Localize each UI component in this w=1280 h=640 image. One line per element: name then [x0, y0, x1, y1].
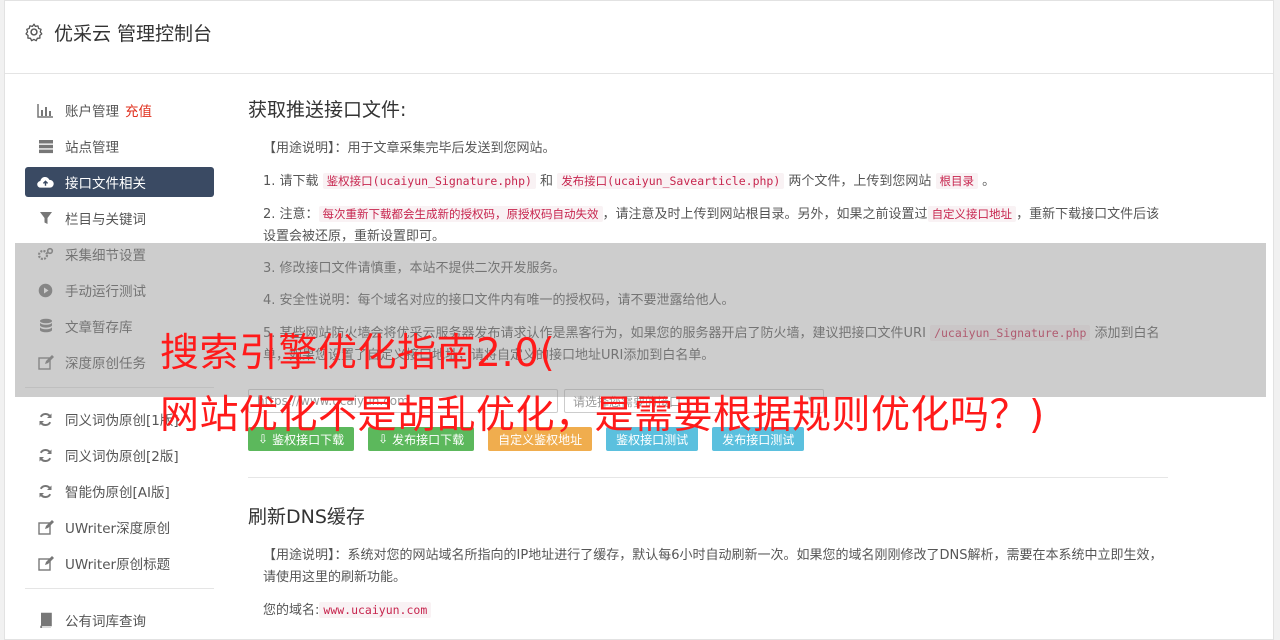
usage-text: ：用于文章采集完毕后发送到您网站。 — [334, 141, 556, 156]
instruction-1: 1. 请下载 鉴权接口(ucaiyun_Signature.php) 和 发布接… — [263, 170, 1168, 193]
text: 。 — [978, 174, 996, 189]
sidebar-item-sites[interactable]: 站点管理 — [25, 131, 214, 161]
edit-icon — [37, 354, 54, 371]
database-icon — [37, 318, 54, 335]
sidebar-divider — [25, 588, 214, 589]
book-icon — [37, 612, 54, 629]
text: 和 — [535, 174, 558, 189]
sidebar-item-label: 深度原创任务 — [65, 356, 146, 372]
refresh-icon — [37, 447, 54, 464]
sidebar-item-interface-files[interactable]: 接口文件相关 — [25, 167, 214, 197]
sidebar-item-categories-keywords[interactable]: 栏目与关键词 — [25, 203, 214, 233]
gear-icon — [25, 23, 43, 42]
refresh-icon — [37, 483, 54, 500]
sidebar-item-label: 接口文件相关 — [65, 176, 146, 192]
instruction-4: 4. 安全性说明：每个域名对应的接口文件内有唯一的授权码，请不要泄露给他人。 — [263, 293, 735, 308]
sidebar-item-account[interactable]: 账户管理 充值 — [25, 95, 214, 125]
sidebar-item-label: UWriter原创标题 — [65, 557, 171, 573]
sidebar-item-public-dictionary[interactable]: 公有词库查询 — [25, 605, 214, 635]
recharge-link[interactable]: 充值 — [125, 100, 152, 120]
uri-code: /ucaiyun_Signature.php — [930, 325, 1091, 341]
overlay-title-line-1: 搜索引擎优化指南2.0( — [160, 331, 556, 376]
header: 优采云 管理控制台 — [5, 1, 1273, 74]
sidebar-item-uwriter-deep[interactable]: UWriter深度原创 — [25, 512, 214, 542]
text: 两个文件，上传到您网站 — [784, 174, 936, 189]
section-title-dns: 刷新DNS缓存 — [248, 506, 365, 528]
overlay-title-line-2: 网站优化不是胡乱优化，是需要根据规则优化吗？) — [160, 393, 1045, 438]
console-frame: 优采云 管理控制台 账户管理 充值 站点管理 接口文件相关 栏目与关键词 采集细… — [4, 0, 1274, 640]
sidebar-item-uwriter-title[interactable]: UWriter原创标题 — [25, 548, 214, 578]
usage-label: 【用途说明】 — [263, 141, 335, 156]
page-title: 优采云 管理控制台 — [54, 23, 213, 45]
play-icon — [37, 282, 54, 299]
sidebar-item-label: 智能伪原创[AI版] — [65, 485, 170, 501]
text: 2. 注意： — [263, 207, 319, 222]
instruction-2: 2. 注意： 每次重新下载都会生成新的授权码，原授权码自动失效 ，请注意及时上传到网… — [263, 203, 1168, 248]
dns-usage-paragraph: 【用途说明】：系统对您的网站域名所指向的IP地址进行了缓存，默认每6小时自动刷新… — [263, 545, 1168, 589]
text: ，请注意及时上传到网站根目录。另外，如果之前设置过 — [602, 207, 928, 222]
sidebar-item-label: 文章暂存库 — [65, 320, 133, 336]
edit-icon — [37, 555, 54, 572]
dns-domain-line: 您的域名: www.ucaiyun.com — [263, 599, 1168, 622]
root-dir-code: 根目录 — [935, 173, 979, 189]
cloud-upload-icon — [37, 174, 54, 191]
section-divider — [248, 477, 1168, 478]
sidebar-item-ai-rewrite[interactable]: 智能伪原创[AI版] — [25, 476, 214, 506]
sidebar-item-label: 采集细节设置 — [65, 248, 146, 264]
domain-label: 您的域名: — [263, 603, 320, 618]
domain-value: www.ucaiyun.com — [319, 602, 432, 618]
sidebar-item-synonym-v2[interactable]: 同义词伪原创[2版] — [25, 440, 214, 470]
sidebar-item-label: 站点管理 — [65, 140, 119, 156]
sidebar-item-label: 账户管理 — [65, 104, 119, 120]
bar-chart-icon — [37, 102, 54, 119]
server-icon — [37, 138, 54, 155]
cogs-icon — [37, 246, 54, 263]
sidebar-item-label: 手动运行测试 — [65, 284, 146, 300]
edit-icon — [37, 519, 54, 536]
signature-file-code: 鉴权接口(ucaiyun_Signature.php) — [322, 173, 536, 189]
usage-paragraph: 【用途说明】：用于文章采集完毕后发送到您网站。 — [263, 138, 1168, 160]
custom-address-code: 自定义接口地址 — [927, 206, 1017, 222]
sidebar-item-label: 栏目与关键词 — [65, 212, 146, 228]
sidebar-item-manual-run[interactable]: 手动运行测试 — [25, 275, 214, 305]
sidebar-item-collect-settings[interactable]: 采集细节设置 — [25, 239, 214, 269]
sidebar-item-label: 同义词伪原创[2版] — [65, 449, 179, 465]
section-title-interface: 获取推送接口文件: — [248, 99, 407, 121]
instruction-3: 3. 修改接口文件请慎重，本站不提供二次开发服务。 — [263, 261, 566, 276]
refresh-icon — [37, 411, 54, 428]
text: 1. 请下载 — [263, 174, 323, 189]
sidebar-item-label: UWriter深度原创 — [65, 521, 171, 537]
usage-label: 【用途说明】 — [263, 548, 335, 563]
usage-text: ：系统对您的网站域名所指向的IP地址进行了缓存，默认每6小时自动刷新一次。如果您… — [263, 548, 1163, 585]
sidebar-item-label: 公有词库查询 — [65, 614, 146, 630]
savearticle-file-code: 发布接口(ucaiyun_Savearticle.php) — [557, 173, 785, 189]
filter-icon — [37, 210, 54, 227]
warning-code: 每次重新下载都会生成新的授权码，原授权码自动失效 — [318, 206, 603, 222]
